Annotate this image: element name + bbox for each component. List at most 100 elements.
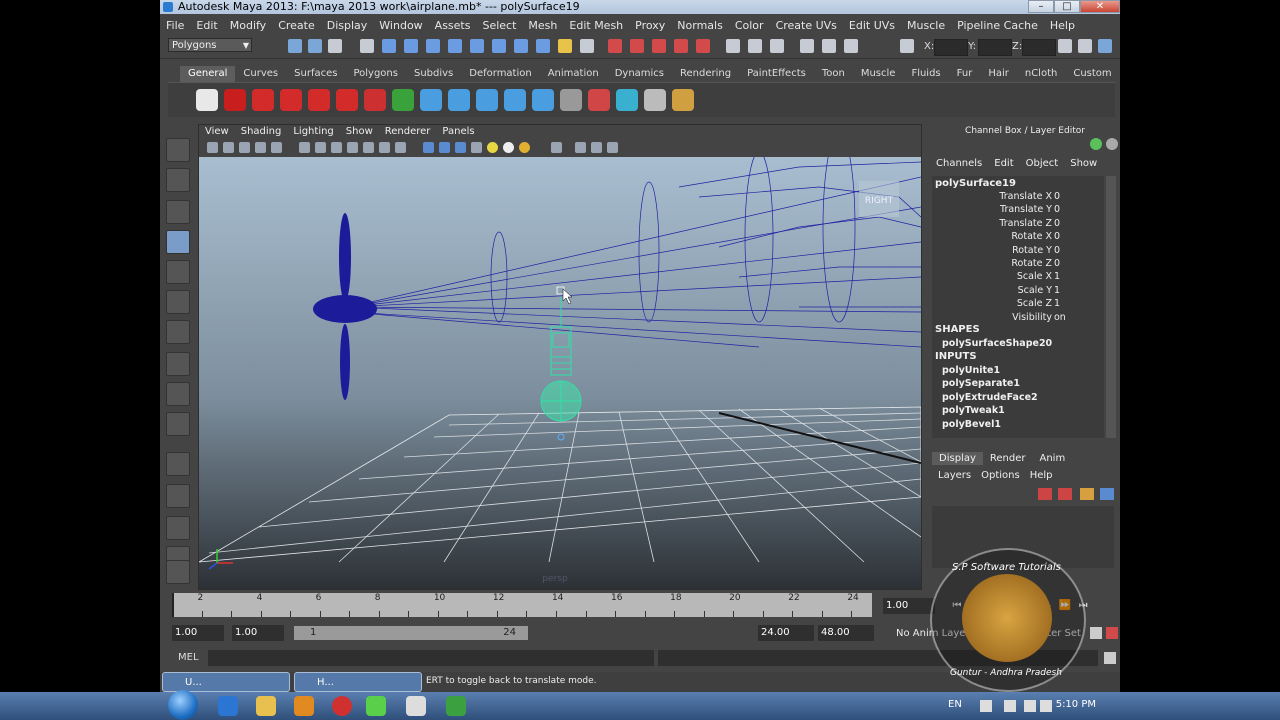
menu-muscle[interactable]: Muscle: [901, 18, 951, 34]
script-4-icon[interactable]: [336, 89, 358, 111]
channel-row[interactable]: Translate Y0: [932, 204, 1100, 217]
select-joints-icon[interactable]: [404, 39, 418, 53]
select-camera-icon[interactable]: [207, 142, 218, 153]
gate-mask-icon[interactable]: [331, 142, 342, 153]
select-by-hierarchy-icon[interactable]: [288, 39, 302, 53]
channel-value[interactable]: 0: [1054, 258, 1060, 269]
script-editor-icon[interactable]: [1104, 652, 1116, 664]
new-layer-selected-icon[interactable]: [1058, 488, 1072, 500]
network-icon[interactable]: [1024, 700, 1036, 712]
menu-modify[interactable]: Modify: [224, 18, 272, 34]
film-gate-icon[interactable]: [299, 142, 310, 153]
resolution-gate-icon[interactable]: [315, 142, 326, 153]
viewport-menu-show[interactable]: Show: [340, 125, 379, 139]
xray-icon[interactable]: [575, 142, 586, 153]
channel-box-scrollbar[interactable]: [1106, 176, 1116, 438]
question-icon[interactable]: [224, 89, 246, 111]
select-dynamics-icon[interactable]: [492, 39, 506, 53]
select-by-component-icon[interactable]: [328, 39, 342, 53]
show-manipulator-icon[interactable]: [166, 382, 190, 406]
file-explorer-icon[interactable]: [256, 696, 276, 716]
field-chart-icon[interactable]: [347, 142, 358, 153]
channel-row[interactable]: Rotate Y0: [932, 245, 1100, 258]
channel-value[interactable]: 1: [1054, 285, 1060, 296]
mask-icon[interactable]: [360, 39, 374, 53]
shelf-tab-general[interactable]: General: [180, 66, 236, 82]
input-node[interactable]: polySeparate1: [942, 378, 1020, 389]
channel-value[interactable]: 1: [1054, 298, 1060, 309]
range-slider[interactable]: 1 24: [294, 626, 528, 640]
shelf-tab-hair[interactable]: Hair: [980, 66, 1017, 82]
input-line-mode-icon[interactable]: [900, 39, 914, 53]
smooth-shade-icon[interactable]: [439, 142, 450, 153]
viewport-menu-view[interactable]: View: [199, 125, 235, 139]
select-rendering-icon[interactable]: [514, 39, 528, 53]
channel-row[interactable]: Translate Z0: [932, 218, 1100, 231]
channel-value[interactable]: 1: [1054, 271, 1060, 282]
joint-2-icon[interactable]: [476, 89, 498, 111]
safe-title-icon[interactable]: [379, 142, 390, 153]
menu-window[interactable]: Window: [373, 18, 428, 34]
channel-row[interactable]: Translate X0: [932, 191, 1100, 204]
internet-explorer-icon[interactable]: [218, 696, 238, 716]
isolate-select-icon[interactable]: [551, 142, 562, 153]
film-reel-icon[interactable]: [196, 89, 218, 111]
browser-icon[interactable]: [332, 696, 352, 716]
channel-value[interactable]: 0: [1054, 245, 1060, 256]
menu-create[interactable]: Create: [272, 18, 321, 34]
shelf-tab-curves[interactable]: Curves: [235, 66, 286, 82]
z-coord-field[interactable]: [1022, 39, 1056, 56]
shelf-tab-animation[interactable]: Animation: [540, 66, 607, 82]
menu-assets[interactable]: Assets: [429, 18, 477, 34]
command-language-label[interactable]: MEL: [178, 652, 199, 663]
menu-file[interactable]: File: [160, 18, 190, 34]
system-clock[interactable]: 5:10 PM: [1056, 699, 1096, 710]
paint-icon[interactable]: [588, 89, 610, 111]
viewport-canvas[interactable]: RIGHT persp: [198, 131, 922, 589]
channel-value[interactable]: 0: [1054, 191, 1060, 202]
viewport-menu-shading[interactable]: Shading: [235, 125, 288, 139]
script-1-icon[interactable]: [252, 89, 274, 111]
channel-menu-channels[interactable]: Channels: [936, 158, 982, 169]
snap-to-points-icon[interactable]: [652, 39, 666, 53]
select-misc-icon[interactable]: [536, 39, 550, 53]
menu-edit-uvs[interactable]: Edit UVs: [843, 18, 901, 34]
close-button[interactable]: ✕: [1080, 0, 1120, 13]
layer-menu-options[interactable]: Options: [981, 470, 1020, 481]
shape-node[interactable]: polySurfaceShape20: [942, 338, 1052, 349]
four-pane-layout-icon[interactable]: [166, 484, 190, 508]
render-current-frame-icon[interactable]: [770, 39, 784, 53]
current-frame-field[interactable]: 1.00: [883, 598, 935, 614]
joint-3-icon[interactable]: [504, 89, 526, 111]
shelf-tab-polygons[interactable]: Polygons: [345, 66, 406, 82]
playback-start-field[interactable]: 1.00: [232, 625, 284, 641]
perspective-viewport[interactable]: View Shading Lighting Show Renderer Panels: [198, 124, 922, 590]
grid-icon[interactable]: [271, 142, 282, 153]
text-icon[interactable]: [395, 142, 406, 153]
outliner-layout-icon[interactable]: [166, 516, 190, 540]
maximize-button[interactable]: □: [1054, 0, 1080, 13]
move-tool-icon[interactable]: [166, 230, 190, 254]
channel-row[interactable]: Rotate Z0: [932, 258, 1100, 271]
layer-down-icon[interactable]: [1100, 488, 1114, 500]
channel-row[interactable]: Rotate X0: [932, 231, 1100, 244]
lights-icon[interactable]: [487, 142, 498, 153]
input-node[interactable]: polyUnite1: [942, 365, 1000, 376]
shadows-icon[interactable]: [503, 142, 514, 153]
history-icon[interactable]: [726, 39, 740, 53]
channel-row[interactable]: Visibility on: [932, 312, 1100, 325]
xray-joints-icon[interactable]: [591, 142, 602, 153]
app-tutorial-icon[interactable]: [446, 696, 466, 716]
menu-edit-mesh[interactable]: Edit Mesh: [563, 18, 629, 34]
select-highlight-icon[interactable]: [580, 39, 594, 53]
bookmarks-icon[interactable]: [239, 142, 250, 153]
ambient-occlusion-icon[interactable]: [519, 142, 530, 153]
paint-select-tool-icon[interactable]: [166, 200, 190, 224]
x-coord-field[interactable]: [934, 39, 968, 56]
channel-row[interactable]: Scale X1: [932, 271, 1100, 284]
app-green-icon[interactable]: [366, 696, 386, 716]
selected-object-name[interactable]: polySurface19: [935, 178, 1016, 189]
fluid-icon[interactable]: [616, 89, 638, 111]
last-tool-icon[interactable]: [166, 412, 190, 436]
channel-value[interactable]: 0: [1054, 231, 1060, 242]
